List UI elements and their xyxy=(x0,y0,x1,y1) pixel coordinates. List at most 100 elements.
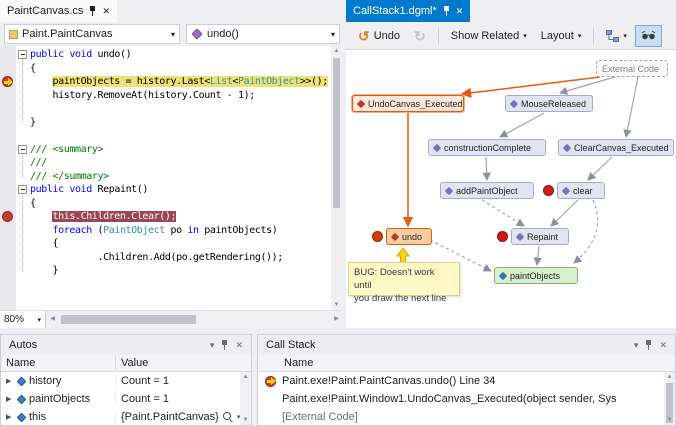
scroll-right-arrow[interactable]: ▶ xyxy=(331,311,342,328)
dgml-canvas[interactable]: BUG: Doesn't work until you draw the nex… xyxy=(346,50,676,328)
autos-titlebar[interactable]: Autos ▾ ✕ xyxy=(1,335,251,355)
code-line[interactable] xyxy=(30,129,331,143)
code-editor-pane: PaintCanvas.cs ✕ Paint.PaintCanvas ▾ und… xyxy=(0,0,342,328)
column-header-name[interactable]: Name xyxy=(1,355,116,371)
node-constructioncomplete[interactable]: constructionComplete xyxy=(428,139,546,156)
node-repaint[interactable]: Repaint xyxy=(511,228,569,245)
scrollbar-thumb[interactable] xyxy=(61,315,196,324)
autos-row[interactable]: ▶this{Paint.PaintCanvas}▾ xyxy=(1,408,240,425)
tab-paintcanvas[interactable]: PaintCanvas.cs ✕ xyxy=(0,0,117,22)
scroll-left-arrow[interactable]: ◀ xyxy=(47,311,58,328)
code-line[interactable]: /// xyxy=(30,156,331,170)
callstack-frame[interactable]: Paint.exe!Paint.PaintCanvas.undo() Line … xyxy=(258,372,664,390)
code-editor[interactable]: public void undo(){ paintObjects = histo… xyxy=(0,46,342,310)
window-menu-icon[interactable]: ▾ xyxy=(634,341,639,350)
tab-callstack-dgml[interactable]: CallStack1.dgml* ✕ xyxy=(346,0,470,22)
pin-icon[interactable] xyxy=(442,5,451,18)
types-dropdown[interactable]: Paint.PaintCanvas ▾ xyxy=(4,24,180,44)
code-line[interactable]: } xyxy=(30,116,331,130)
fold-toggle[interactable] xyxy=(18,50,27,59)
column-header-name[interactable]: Name xyxy=(258,355,675,371)
code-line[interactable]: foreach (PaintObject po in paintObjects) xyxy=(30,224,331,238)
node-undo[interactable]: undo xyxy=(386,228,432,245)
scrollbar-thumb[interactable] xyxy=(333,58,340,208)
layout-dropdown[interactable]: Layout ▾ xyxy=(535,25,588,47)
scroll-down-arrow[interactable]: ▼ xyxy=(664,415,675,425)
pin-icon[interactable] xyxy=(220,339,229,352)
close-icon[interactable]: ✕ xyxy=(102,7,110,16)
code-line[interactable]: this.Children.Clear(); xyxy=(30,210,331,224)
window-menu-icon[interactable]: ▾ xyxy=(210,341,215,350)
scroll-down-arrow[interactable]: ▼ xyxy=(331,300,342,310)
code-line[interactable]: /// <summary> xyxy=(30,143,331,157)
undo-button[interactable]: ↺ Undo xyxy=(352,25,406,47)
node-undocanvas-executed[interactable]: UndoCanvas_Executed xyxy=(352,95,464,112)
code-token: foreach xyxy=(52,225,91,236)
scroll-up-arrow[interactable]: ▲ xyxy=(331,46,342,56)
show-related-dropdown[interactable]: Show Related ▾ xyxy=(445,25,533,47)
bug-note[interactable]: BUG: Doesn't work until you draw the nex… xyxy=(348,262,460,296)
expand-icon[interactable]: ▶ xyxy=(6,377,14,385)
zoom-value: 80% xyxy=(4,314,24,325)
scroll-down-arrow[interactable]: ▼ xyxy=(240,415,251,425)
node-clearcanvas-executed[interactable]: ClearCanvas_Executed xyxy=(558,139,674,156)
close-icon[interactable]: ✕ xyxy=(456,7,464,16)
node-paintobjects[interactable]: paintObjects xyxy=(494,267,578,284)
node-external-code[interactable]: External Code xyxy=(596,60,668,77)
redo-button[interactable]: ↻ xyxy=(408,25,432,47)
analyzer-toggle-button[interactable] xyxy=(635,25,662,47)
callstack-frame[interactable]: [External Code] xyxy=(258,408,664,425)
variable-value: Count = 1 xyxy=(121,375,169,387)
code-line[interactable]: { xyxy=(30,62,331,76)
callstack-frame[interactable]: Paint.exe!Paint.Window1.UndoCanvas_Execu… xyxy=(258,390,664,408)
code-line[interactable] xyxy=(30,102,331,116)
autos-row[interactable]: ▶paintObjectsCount = 1 xyxy=(1,390,240,408)
code-token: } xyxy=(30,265,58,276)
node-clear[interactable]: clear xyxy=(557,182,605,199)
node-mousereleased[interactable]: MouseReleased xyxy=(505,95,593,112)
code-line[interactable]: { xyxy=(30,197,331,211)
note-text-line1: BUG: Doesn't work until xyxy=(354,266,454,292)
code-line[interactable]: public void undo() xyxy=(30,48,331,62)
scroll-up-arrow[interactable]: ▲ xyxy=(664,372,675,382)
code-line[interactable]: .Children.Add(po.getRendering()); xyxy=(30,251,331,265)
current-statement-breakpoint-icon[interactable] xyxy=(2,76,13,87)
breakpoint-marker xyxy=(543,185,554,196)
expand-icon[interactable]: ▶ xyxy=(6,395,14,403)
breakpoint-margin[interactable] xyxy=(0,46,16,310)
callstack-vertical-scrollbar[interactable]: ▲ ▼ xyxy=(664,372,675,425)
breakpoint-marker xyxy=(372,231,383,242)
close-icon[interactable]: ✕ xyxy=(235,341,243,350)
zoom-dropdown[interactable]: 80% ▾ xyxy=(0,311,46,328)
scroll-up-arrow[interactable]: ▲ xyxy=(240,372,251,382)
code-line[interactable]: public void Repaint() xyxy=(30,183,331,197)
code-line[interactable]: /// </summary> xyxy=(30,170,331,184)
close-icon[interactable]: ✕ xyxy=(659,341,667,350)
members-dropdown[interactable]: undo() ▾ xyxy=(186,24,340,44)
autos-row[interactable]: ▶historyCount = 1 xyxy=(1,372,240,390)
analyzer-icon xyxy=(641,30,656,41)
window-title: Autos xyxy=(9,339,37,351)
code-line[interactable]: history.RemoveAt(history.Count - 1); xyxy=(30,89,331,103)
pin-icon[interactable] xyxy=(88,5,97,18)
expand-icon[interactable]: ▶ xyxy=(6,413,14,421)
pin-icon[interactable] xyxy=(644,339,653,352)
editor-horizontal-scrollbar[interactable]: ◀ ▶ xyxy=(47,311,342,328)
column-header-value[interactable]: Value xyxy=(116,355,251,371)
code-line[interactable]: } xyxy=(30,264,331,278)
layout-direction-button[interactable]: ▾ xyxy=(600,25,633,47)
window-title: Call Stack xyxy=(266,339,316,351)
node-icon xyxy=(562,186,570,194)
breakpoint-icon[interactable] xyxy=(2,211,13,222)
code-token: /// <summary> xyxy=(30,144,103,155)
chevron-down-icon: ▾ xyxy=(37,316,41,324)
autos-vertical-scrollbar[interactable]: ▲ ▼ xyxy=(240,372,251,425)
code-line[interactable]: { xyxy=(30,237,331,251)
node-addpaintobject[interactable]: addPaintObject xyxy=(440,182,534,199)
editor-vertical-scrollbar[interactable]: ▲ ▼ xyxy=(331,46,342,310)
fold-toggle[interactable] xyxy=(18,185,27,194)
magnifier-icon[interactable] xyxy=(223,412,233,422)
fold-toggle[interactable] xyxy=(18,145,27,154)
callstack-titlebar[interactable]: Call Stack ▾ ✕ xyxy=(258,335,675,355)
code-line[interactable]: paintObjects = history.Last<List<PaintOb… xyxy=(30,75,331,89)
